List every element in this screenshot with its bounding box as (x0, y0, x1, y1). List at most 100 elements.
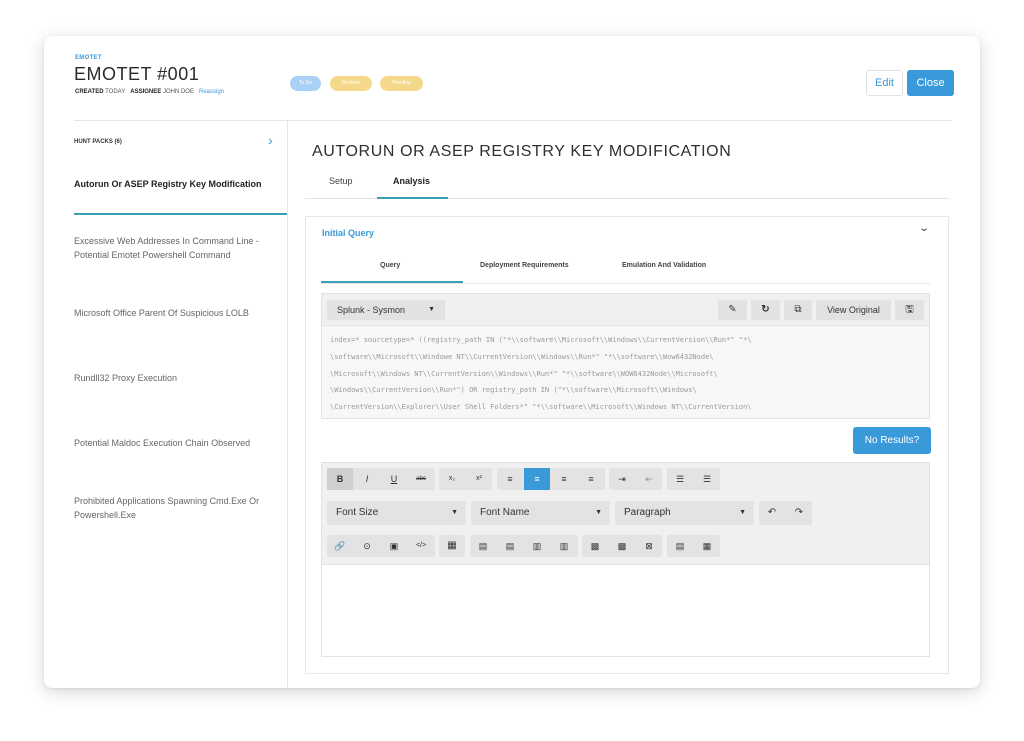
status-badge[interactable]: To Do (290, 76, 321, 91)
code-icon[interactable]: </> (408, 535, 434, 557)
section-title[interactable]: Initial Query (322, 228, 374, 238)
undo-icon[interactable]: ↶ (759, 501, 785, 525)
image-icon[interactable]: ▣ (381, 535, 407, 557)
sidebar-item-maldoc[interactable]: Potential Maldoc Execution Chain Observe… (74, 436, 284, 450)
assignee-value: JOHN DOE (162, 89, 194, 95)
refresh-icon[interactable]: ↻ (751, 300, 780, 320)
caret-down-icon: ▼ (428, 306, 435, 313)
caret-down-icon: ▼ (739, 509, 746, 516)
save-icon[interactable]: 🖫 (895, 300, 924, 320)
underline-icon[interactable]: U (381, 468, 407, 490)
bullet-list-icon[interactable]: ☰ (694, 468, 720, 490)
tab-analysis[interactable]: Analysis (393, 176, 430, 186)
table-group: ▦ (439, 535, 465, 557)
unlink-icon[interactable]: ⊙ (354, 535, 380, 557)
edit-pencil-icon[interactable]: ✎ (718, 300, 747, 320)
query-toolbar: Splunk - Sysmon ▼ ✎ ↻ ⧉ View Original 🖫 (322, 294, 929, 326)
query-line: \CurrentVersion\\Explorer\\User Shell Fo… (330, 403, 752, 412)
platform-select[interactable]: Splunk - Sysmon ▼ (327, 300, 445, 320)
indent-icon[interactable]: ⇥ (609, 468, 635, 490)
copy-icon[interactable]: ⧉ (784, 300, 812, 320)
align-justify-icon[interactable]: ≡ (551, 468, 577, 490)
align-group: ≡ ≡ ≡ ≡ (497, 468, 605, 490)
table-icon[interactable]: ▦ (439, 535, 465, 557)
bold-icon[interactable]: B (327, 468, 353, 490)
active-item-indicator (74, 213, 287, 215)
table-row-below-icon[interactable]: ▤ (497, 535, 523, 557)
active-subtab-indicator (321, 281, 463, 283)
view-original-button[interactable]: View Original (816, 300, 891, 320)
table-merge-group: ▤ ▦ (667, 535, 720, 557)
redo-icon[interactable]: ↷ (786, 501, 812, 525)
delete-table-icon[interactable]: ⊠ (636, 535, 662, 557)
sidebar-item-autorun[interactable]: Autorun Or ASEP Registry Key Modificatio… (74, 177, 284, 191)
table-col-right-icon[interactable]: ▥ (551, 535, 577, 557)
table-delete-group: ▩ ▩ ⊠ (582, 535, 662, 557)
subscript-icon[interactable]: x₂ (439, 468, 465, 490)
assignee-label: ASSIGNEE (130, 89, 162, 95)
delete-row-icon[interactable]: ▩ (582, 535, 608, 557)
chevron-right-icon[interactable]: › (268, 132, 273, 148)
font-size-select[interactable]: Font Size ▼ (327, 501, 466, 525)
priority-badge[interactable]: Medium (330, 76, 372, 91)
table-edit-group: ▤ ▤ ▥ ▥ (470, 535, 578, 557)
editor-toolbar: B I U abc x₂ x² ≡ ≡ ≡ ≡ ⇥ ⇤ ☰ ☰ Font Siz… (322, 463, 929, 565)
table-col-left-icon[interactable]: ▥ (524, 535, 550, 557)
subtab-deployment[interactable]: Deployment Requirements (480, 262, 569, 269)
split-cells-icon[interactable]: ▦ (694, 535, 720, 557)
meta-line: CREATED TODAY ASSIGNEE JOHN DOE Reassign (75, 89, 224, 95)
chevron-down-icon[interactable]: ⌄ (919, 223, 930, 234)
subtab-query[interactable]: Query (380, 262, 400, 269)
ordered-list-icon[interactable]: ☰ (667, 468, 693, 490)
history-group: ↶ ↷ (759, 501, 812, 525)
paragraph-select[interactable]: Paragraph ▼ (615, 501, 754, 525)
created-label: CREATED (75, 89, 104, 95)
hunt-detail-modal: EMOTET EMOTET #001 CREATED TODAY ASSIGNE… (44, 36, 980, 688)
align-center-icon[interactable]: ≡ (524, 468, 550, 490)
strikethrough-icon[interactable]: abc (408, 468, 434, 490)
query-editor[interactable]: Splunk - Sysmon ▼ ✎ ↻ ⧉ View Original 🖫 … (321, 293, 930, 419)
align-right-icon[interactable]: ≡ (578, 468, 604, 490)
list-group: ☰ ☰ (667, 468, 720, 490)
table-row-above-icon[interactable]: ▤ (470, 535, 496, 557)
format-group: B I U abc (327, 468, 435, 490)
paragraph-select-value: Paragraph (624, 507, 671, 518)
edit-button[interactable]: Edit (866, 70, 903, 96)
merge-cells-icon[interactable]: ▤ (667, 535, 693, 557)
font-name-select[interactable]: Font Name ▼ (471, 501, 610, 525)
font-size-select-value: Font Size (336, 507, 379, 518)
state-badge[interactable]: Pending (380, 76, 423, 91)
subtabs-divider (321, 283, 930, 284)
editor-content-area[interactable] (322, 566, 929, 656)
no-results-button[interactable]: No Results? (853, 427, 931, 454)
close-button[interactable]: Close (907, 70, 954, 96)
sidebar-item-office-parent[interactable]: Microsoft Office Parent Of Suspicious LO… (74, 306, 284, 320)
align-left-icon[interactable]: ≡ (497, 468, 523, 490)
created-value: TODAY (105, 89, 126, 95)
italic-icon[interactable]: I (354, 468, 380, 490)
sidebar-item-excessive-web[interactable]: Excessive Web Addresses In Command Line … (74, 234, 284, 262)
header-divider (74, 120, 952, 121)
active-tab-indicator (377, 197, 448, 199)
query-line: \software\\Microsoft\\Windowe NT\\Curren… (330, 352, 714, 361)
delete-col-icon[interactable]: ▩ (609, 535, 635, 557)
notes-editor[interactable]: B I U abc x₂ x² ≡ ≡ ≡ ≡ ⇥ ⇤ ☰ ☰ Font Siz… (321, 462, 930, 657)
caret-down-icon: ▼ (595, 509, 602, 516)
hunt-packs-heading: HUNT PACKS (6) (74, 139, 122, 145)
tab-setup[interactable]: Setup (329, 176, 353, 186)
outdent-icon[interactable]: ⇤ (636, 468, 662, 490)
query-text[interactable]: index=* sourcetype=* ((registry_path IN … (330, 332, 926, 416)
reassign-link[interactable]: Reassign (199, 89, 224, 95)
breadcrumb[interactable]: EMOTET (75, 55, 102, 61)
font-name-select-value: Font Name (480, 507, 530, 518)
query-line: index=* sourcetype=* ((registry_path IN … (330, 336, 752, 344)
sidebar-item-prohibited-apps[interactable]: Prohibited Applications Spawning Cmd.Exe… (74, 494, 284, 522)
query-line: \Microsoft\\Windows NT\\CurrentVersion\\… (330, 369, 718, 378)
initial-query-panel: Initial Query ⌄ Query Deployment Require… (305, 216, 949, 674)
indent-group: ⇥ ⇤ (609, 468, 662, 490)
caret-down-icon: ▼ (451, 509, 458, 516)
link-icon[interactable]: 🔗 (327, 535, 353, 557)
subtab-emulation[interactable]: Emulation And Validation (622, 262, 706, 269)
sidebar-item-rundll32[interactable]: Rundll32 Proxy Execution (74, 371, 284, 385)
superscript-icon[interactable]: x² (466, 468, 492, 490)
